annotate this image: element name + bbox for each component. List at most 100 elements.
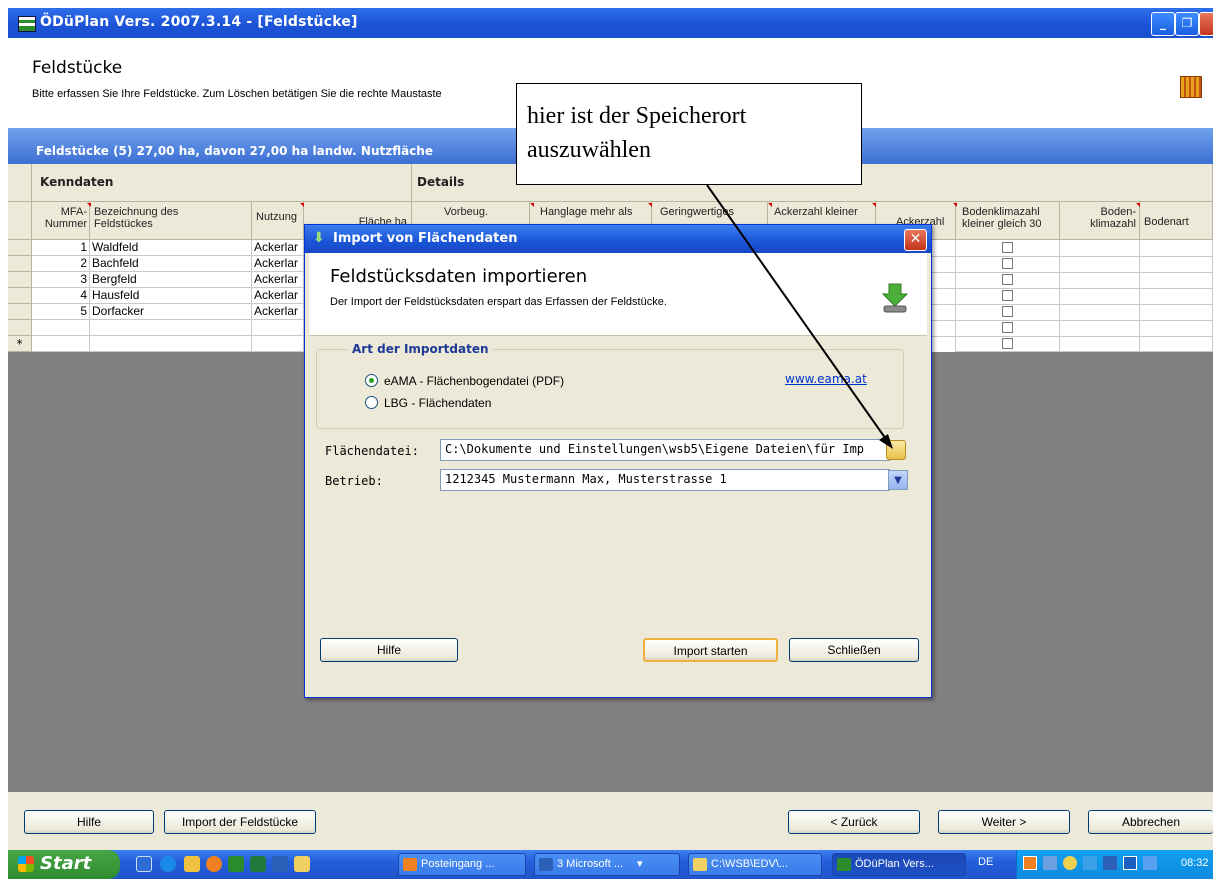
table-row-nutzung[interactable]: Ackerlar: [252, 272, 304, 288]
bodenkl-checkbox[interactable]: [1002, 242, 1013, 253]
required-marker: [87, 203, 91, 207]
quicklaunch-browser-icon[interactable]: [136, 856, 152, 872]
back-button[interactable]: < Zurück: [788, 810, 920, 834]
close-button[interactable]: [1199, 12, 1213, 36]
import-feldstuecke-button[interactable]: Import der Feldstücke: [164, 810, 316, 834]
betrieb-label: Betrieb:: [325, 474, 383, 488]
grid-line: [932, 320, 1213, 321]
table-row-nr[interactable]: 5: [32, 304, 90, 320]
bodenkl-checkbox[interactable]: [1002, 338, 1013, 349]
required-marker: [872, 203, 876, 207]
required-marker: [530, 203, 534, 207]
import-start-button[interactable]: Import starten: [643, 638, 778, 662]
window-title-bar: ÖDüPlan Vers. 2007.3.14 - [Feldstücke] _…: [8, 8, 1213, 38]
quicklaunch-outlook-icon[interactable]: [206, 856, 222, 872]
col-bodenklimazahl[interactable]: Boden- klimazahl: [1060, 202, 1140, 240]
row-selector[interactable]: [8, 320, 32, 336]
col-nutzung[interactable]: Nutzung: [252, 202, 304, 240]
radio-lbg[interactable]: [365, 396, 378, 409]
radio-dot: [369, 378, 374, 383]
chevron-down-icon[interactable]: ▼: [888, 470, 908, 490]
table-row-name[interactable]: Dorfacker: [90, 304, 252, 320]
taskbar-item-folder[interactable]: C:\WSB\EDV\...: [688, 853, 822, 876]
quicklaunch-ie-icon[interactable]: [160, 856, 176, 872]
col-bodenart[interactable]: Bodenart: [1140, 202, 1213, 240]
quicklaunch-app-icon[interactable]: [228, 856, 244, 872]
quicklaunch-explorer-icon[interactable]: [184, 856, 200, 872]
quicklaunch-word-icon[interactable]: [272, 856, 288, 872]
betrieb-select[interactable]: 1212345 Mustermann Max, Musterstrasse 1: [440, 469, 890, 491]
table-row-nr[interactable]: 2: [32, 256, 90, 272]
table-row-nutzung[interactable]: Ackerlar: [252, 304, 304, 320]
folder-browse-icon[interactable]: [886, 440, 906, 460]
row-selector[interactable]: [8, 272, 32, 288]
row-selector[interactable]: [8, 240, 32, 256]
table-row-name[interactable]: Bachfeld: [90, 256, 252, 272]
table-row-name[interactable]: Waldfeld: [90, 240, 252, 256]
col-bezeichnung[interactable]: Bezeichnung des Feldstückes: [90, 202, 252, 240]
new-row-marker[interactable]: *: [8, 336, 32, 352]
bodenkl-checkbox[interactable]: [1002, 322, 1013, 333]
table-row-name[interactable]: [90, 336, 252, 352]
outlook-icon: [403, 858, 417, 871]
bodenkl-checkbox[interactable]: [1002, 274, 1013, 285]
table-row-nr[interactable]: [32, 336, 90, 352]
dialog-close-btn[interactable]: Schließen: [789, 638, 919, 662]
windows-logo-icon: [18, 856, 34, 872]
bodenkl-checkbox[interactable]: [1002, 258, 1013, 269]
eama-link[interactable]: www.eama.at: [785, 372, 867, 386]
callout-line-1: hier ist der Speicherort: [527, 103, 747, 129]
clock[interactable]: 08:32: [1181, 857, 1209, 869]
table-row-nr[interactable]: 4: [32, 288, 90, 304]
start-button[interactable]: Start: [8, 850, 120, 879]
table-row-nutzung[interactable]: Ackerlar: [252, 288, 304, 304]
table-row-nutzung[interactable]: Ackerlar: [252, 240, 304, 256]
tray-network-icon[interactable]: [1043, 856, 1057, 870]
tray-app-icon[interactable]: [1103, 856, 1117, 870]
grid-line: [932, 304, 1213, 305]
radio-lbg-label[interactable]: LBG - Flächendaten: [384, 396, 491, 410]
taskbar-item-outlook[interactable]: Posteingang ...: [398, 853, 526, 876]
taskbar-item-oedueplan[interactable]: ÖDüPlan Vers...: [832, 853, 966, 876]
minimize-button[interactable]: _: [1151, 12, 1175, 36]
table-row-name[interactable]: [90, 320, 252, 336]
row-selector[interactable]: [8, 256, 32, 272]
quicklaunch-folder-icon[interactable]: [294, 856, 310, 872]
table-row-nr[interactable]: 3: [32, 272, 90, 288]
required-marker: [648, 203, 652, 207]
next-button[interactable]: Weiter >: [938, 810, 1070, 834]
language-indicator[interactable]: DE: [978, 856, 993, 868]
dialog-help-button[interactable]: Hilfe: [320, 638, 458, 662]
table-row-nr[interactable]: 1: [32, 240, 90, 256]
import-download-icon: [880, 282, 910, 314]
cancel-button[interactable]: Abbrechen: [1088, 810, 1213, 834]
help-button[interactable]: Hilfe: [24, 810, 154, 834]
table-row-name[interactable]: Bergfeld: [90, 272, 252, 288]
bodenkl-checkbox[interactable]: [1002, 290, 1013, 301]
table-row-nr[interactable]: [32, 320, 90, 336]
tray-security-icon[interactable]: [1063, 856, 1077, 870]
bodenkl-checkbox[interactable]: [1002, 306, 1013, 317]
file-path-input[interactable]: C:\Dokumente und Einstellungen\wsb5\Eige…: [440, 439, 890, 461]
table-row-nutzung[interactable]: [252, 320, 304, 336]
restore-button[interactable]: ❐: [1175, 12, 1199, 36]
tray-display-icon[interactable]: [1143, 856, 1157, 870]
table-row-nutzung[interactable]: Ackerlar: [252, 256, 304, 272]
dialog-close-button[interactable]: ✕: [904, 229, 927, 251]
taskbar-item-word[interactable]: 3 Microsoft ... ▾: [534, 853, 680, 876]
books-icon[interactable]: [1180, 76, 1202, 98]
row-selector[interactable]: [8, 304, 32, 320]
col-bodenklimazahl-kleiner[interactable]: Bodenklimazahl kleiner gleich 30: [956, 202, 1060, 240]
row-selector[interactable]: [8, 288, 32, 304]
radio-eama[interactable]: [365, 374, 378, 387]
taskbar-item-label: Posteingang ...: [421, 858, 495, 870]
required-marker: [1136, 203, 1140, 207]
quicklaunch-excel-icon[interactable]: [250, 856, 266, 872]
table-row-name[interactable]: Hausfeld: [90, 288, 252, 304]
table-row-nutzung[interactable]: [252, 336, 304, 352]
radio-eama-label[interactable]: eAMA - Flächenbogendatei (PDF): [384, 374, 564, 388]
tray-monitor-icon[interactable]: [1123, 856, 1137, 870]
tray-connection-icon[interactable]: [1083, 856, 1097, 870]
col-mfa-nummer[interactable]: MFA- Nummer: [32, 202, 90, 240]
tray-outlook-icon[interactable]: [1023, 856, 1037, 870]
